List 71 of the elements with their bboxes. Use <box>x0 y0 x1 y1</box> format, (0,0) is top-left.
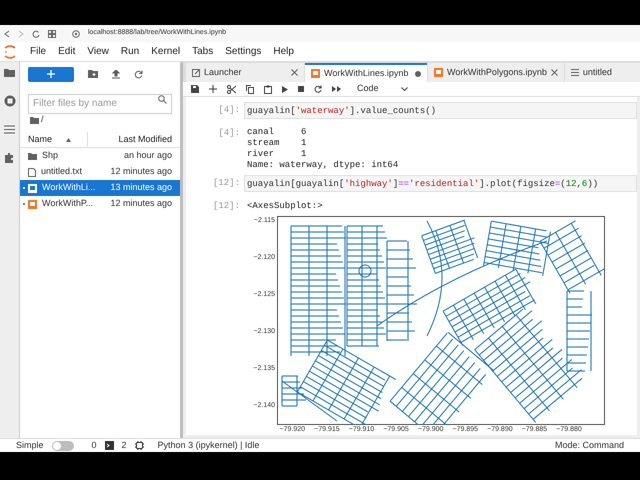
restart-icon[interactable] <box>314 85 322 93</box>
kernel-status: Python 3 (ipykernel) | Idle <box>158 438 260 452</box>
folder-icon <box>28 152 37 160</box>
cell-output: <AxesSubplot:> <box>247 200 324 213</box>
jupyter-logo-icon[interactable] <box>4 44 16 58</box>
copy-icon[interactable] <box>246 84 254 94</box>
kernel-icon <box>134 441 144 450</box>
table-of-contents-icon[interactable] <box>4 125 15 134</box>
breadcrumb-path[interactable]: / <box>41 113 44 127</box>
launcher-icon <box>192 68 200 76</box>
site-info-icon[interactable] <box>72 30 80 38</box>
cell-prompt: [4]: <box>217 127 241 140</box>
tab[interactable]: WorkWithLines.ipynb <box>305 63 427 82</box>
fast-forward-icon[interactable] <box>332 86 341 92</box>
text-file-icon <box>28 168 36 176</box>
chevron-down-icon <box>400 87 408 91</box>
new-folder-icon[interactable] <box>88 70 98 78</box>
menu-item[interactable]: Edit <box>52 44 82 59</box>
menu-item[interactable]: File <box>24 44 52 59</box>
back-icon[interactable] <box>4 30 10 38</box>
close-icon[interactable] <box>550 69 558 76</box>
paste-icon[interactable] <box>264 84 272 94</box>
terminal-count: 0 <box>92 438 97 452</box>
menu-item[interactable]: Run <box>114 44 146 59</box>
column-header[interactable]: Name <box>28 132 52 146</box>
notebook-icon <box>311 69 320 78</box>
puzzle-icon[interactable] <box>4 152 15 163</box>
simple-mode-toggle[interactable] <box>52 440 74 450</box>
close-icon[interactable] <box>291 69 298 76</box>
file-row[interactable]: WorkWithP... 12 minutes ago <box>20 196 180 212</box>
simple-mode-label: Simple <box>16 438 44 452</box>
notebook-icon <box>434 68 443 77</box>
folder-icon[interactable] <box>30 116 39 124</box>
filter-field[interactable]: Filter files by name <box>28 94 172 114</box>
tab[interactable]: untitled <box>564 63 640 82</box>
search-icon <box>158 95 167 104</box>
file-row[interactable]: Shp an hour ago <box>20 148 180 164</box>
cut-icon[interactable] <box>227 84 236 94</box>
menu-item[interactable]: Settings <box>219 44 268 59</box>
tab[interactable]: WorkWithPolygons.ipynb <box>428 63 564 82</box>
mode-indicator: Mode: Command <box>554 438 624 452</box>
text-file-icon <box>570 69 579 76</box>
upload-icon[interactable] <box>112 70 120 78</box>
cell-prompt: [12]: <box>212 177 241 190</box>
cell-output: canal 6 stream 1 river 1 Name: waterway, dtype: int64 <box>246 126 400 171</box>
code-input[interactable]: guayalin[guayalin['highway']=='residential'].plot(figsize=(12,6)) <box>244 175 637 192</box>
refresh-icon[interactable] <box>134 70 143 78</box>
save-icon[interactable] <box>191 85 199 93</box>
code-input[interactable]: guayalin['waterway'].value_counts() <box>244 102 637 119</box>
unsaved-dot-icon <box>415 70 421 76</box>
running-icon[interactable] <box>4 95 16 107</box>
new-launcher-button[interactable] <box>28 66 74 82</box>
reload-icon[interactable] <box>32 30 40 38</box>
sort-ascending-icon <box>66 138 72 142</box>
file-row[interactable]: WorkWithLi... 13 minutes ago <box>20 180 180 196</box>
plus-icon[interactable] <box>209 85 217 93</box>
menu-item[interactable]: View <box>81 44 115 59</box>
cell-type-dropdown[interactable]: Code <box>357 82 408 96</box>
cell-prompt: [12]: <box>212 200 241 213</box>
file-row[interactable]: untitled.txt 12 minutes ago <box>20 164 180 180</box>
kernel-count: 2 <box>122 438 127 452</box>
apps-icon[interactable] <box>48 30 56 38</box>
cell-prompt: [4]: <box>217 104 241 117</box>
plus-icon <box>47 70 55 78</box>
column-header[interactable]: Last Modified <box>118 132 172 146</box>
folder-icon[interactable] <box>4 68 15 77</box>
menu-item[interactable]: Help <box>267 44 300 59</box>
run-icon[interactable] <box>282 86 288 92</box>
menu-item[interactable]: Kernel <box>145 44 186 59</box>
menu-item[interactable]: Tabs <box>186 44 220 59</box>
tab[interactable]: Launcher <box>186 63 304 82</box>
